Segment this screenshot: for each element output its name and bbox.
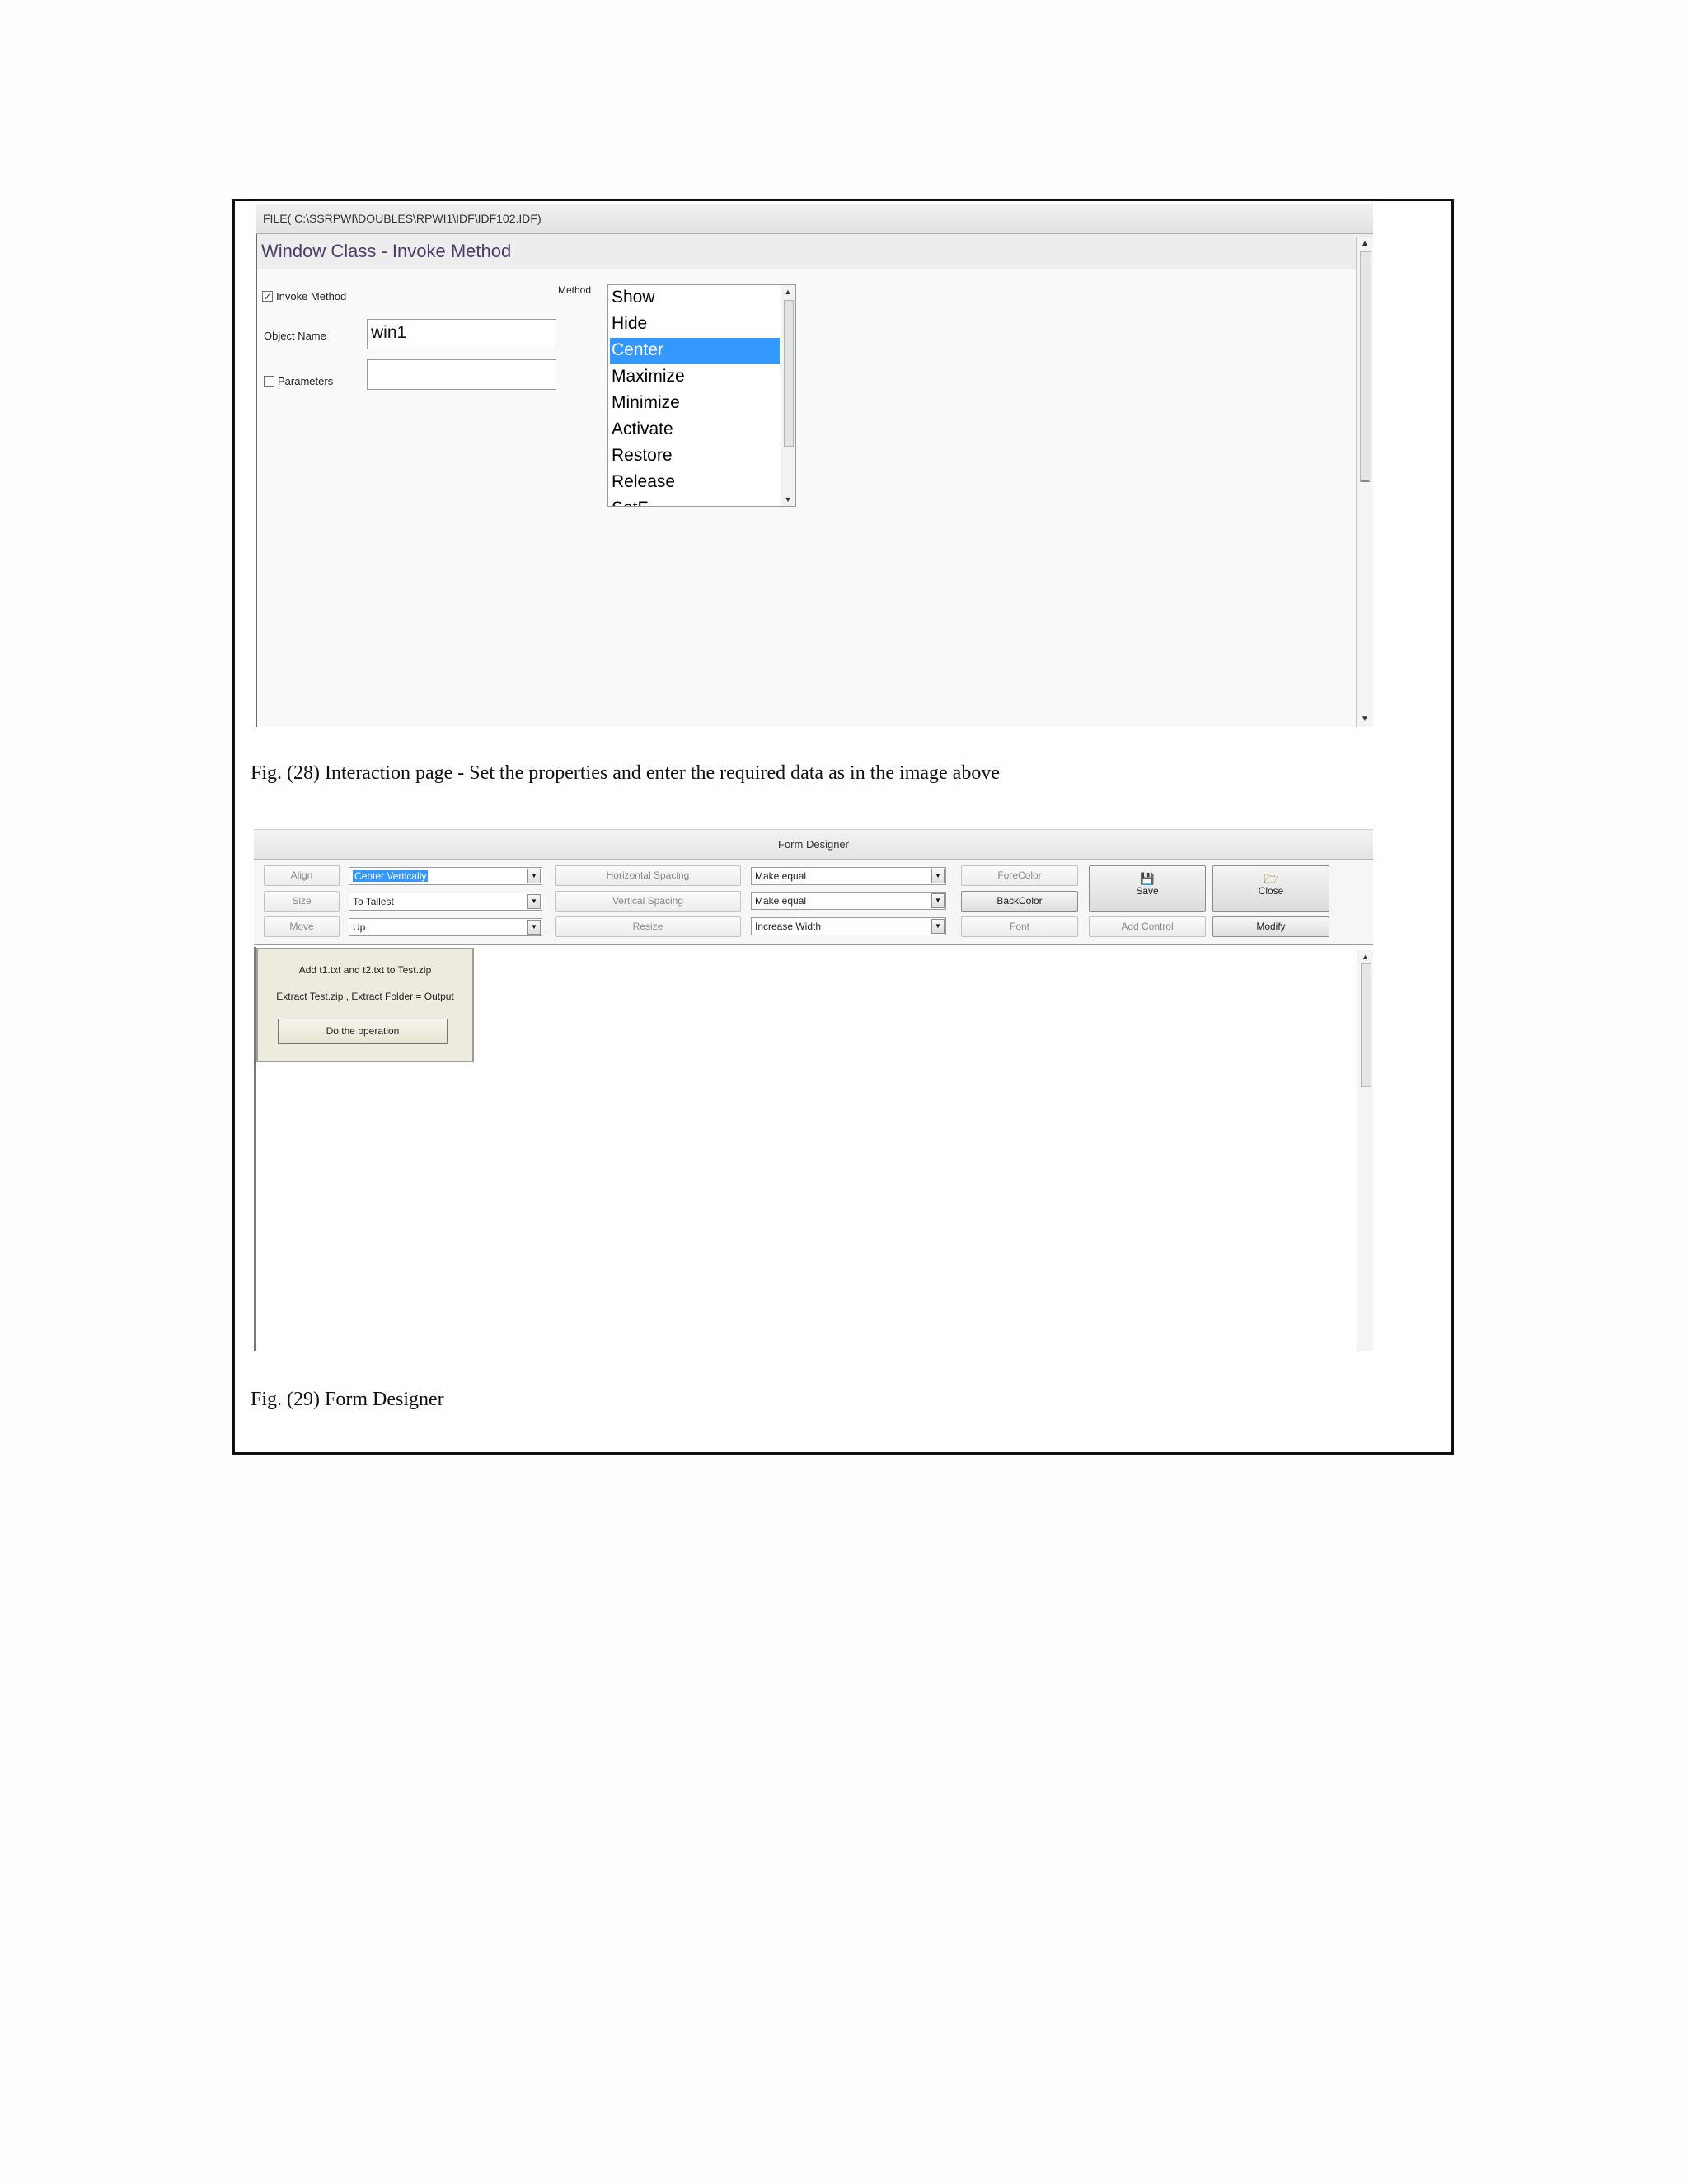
chevron-down-icon[interactable]: ▼	[528, 894, 541, 909]
designed-form-label-add[interactable]: Add t1.txt and t2.txt to Test.zip	[258, 964, 472, 976]
font-button[interactable]: Font	[961, 916, 1078, 937]
invoke-method-label: Invoke Method	[276, 290, 347, 302]
close-button[interactable]: 🗁 Close	[1212, 865, 1329, 912]
resize-combo[interactable]: Increase Width ▼	[751, 917, 946, 935]
floppy-disk-icon: 💾	[1140, 872, 1155, 885]
object-name-label: Object Name	[264, 330, 326, 342]
method-option[interactable]: Activate	[610, 417, 780, 443]
method-option[interactable]: Show	[610, 285, 780, 312]
canvas-left-border	[254, 947, 256, 1351]
method-option[interactable]: Release	[610, 470, 780, 496]
modify-button[interactable]: Modify	[1212, 916, 1329, 937]
do-operation-button[interactable]: Do the operation	[278, 1019, 448, 1044]
method-listbox[interactable]: Show Hide Center Maximize Minimize Activ…	[607, 284, 796, 507]
scrollbar-thumb[interactable]	[784, 300, 794, 447]
scroll-down-arrow-icon[interactable]: ▼	[1357, 712, 1373, 727]
method-option[interactable]: Minimize	[610, 391, 780, 417]
designed-form-label-extract[interactable]: Extract Test.zip , Extract Folder = Outp…	[258, 991, 472, 1002]
move-button[interactable]: Move	[264, 916, 340, 937]
backcolor-button[interactable]: BackColor	[961, 891, 1078, 912]
file-path-bar: FILE( C:\SSRPWI\DOUBLES\RPWI1\IDF\IDF102…	[256, 204, 1373, 234]
size-combo[interactable]: To Tallest ▼	[349, 893, 542, 911]
window-left-border	[256, 234, 257, 727]
parameters-label: Parameters	[278, 375, 334, 387]
method-option[interactable]: SetF	[610, 496, 780, 506]
method-label: Method	[558, 284, 592, 296]
move-combo-value: Up	[353, 921, 366, 933]
vertical-spacing-button[interactable]: Vertical Spacing	[555, 891, 741, 912]
designed-form[interactable]: Add t1.txt and t2.txt to Test.zip Extrac…	[256, 948, 474, 1062]
horizontal-spacing-combo-value: Make equal	[755, 870, 807, 882]
align-combo[interactable]: Center Vertically ▼	[349, 867, 542, 885]
resize-combo-value: Increase Width	[755, 921, 822, 932]
horizontal-spacing-combo[interactable]: Make equal ▼	[751, 867, 946, 885]
form-designer-window: Form Designer Align Size Move Center Ver…	[254, 829, 1373, 1351]
form-designer-title: Form Designer	[254, 829, 1373, 860]
figure-28-caption: Fig. (28) Interaction page - Set the pro…	[251, 762, 1000, 784]
scrollbar-thumb[interactable]	[1361, 963, 1372, 1087]
window-vertical-scrollbar[interactable]: ▲ ▼	[1356, 237, 1373, 727]
scroll-up-arrow-icon[interactable]: ▲	[1357, 237, 1373, 251]
forecolor-button[interactable]: ForeColor	[961, 865, 1078, 886]
figure-frame: FILE( C:\SSRPWI\DOUBLES\RPWI1\IDF\IDF102…	[232, 199, 1454, 1455]
method-option[interactable]: Restore	[610, 443, 780, 470]
method-option[interactable]: Maximize	[610, 364, 780, 391]
folder-icon: 🗁	[1264, 872, 1278, 885]
invoke-method-window: FILE( C:\SSRPWI\DOUBLES\RPWI1\IDF\IDF102…	[256, 204, 1373, 727]
align-button[interactable]: Align	[264, 865, 340, 886]
align-combo-value: Center Vertically	[353, 870, 429, 882]
horizontal-spacing-button[interactable]: Horizontal Spacing	[555, 865, 741, 886]
close-button-label: Close	[1258, 885, 1284, 897]
scroll-up-arrow-icon[interactable]: ▲	[781, 285, 795, 298]
add-control-button[interactable]: Add Control	[1089, 916, 1206, 937]
scrollbar-thumb[interactable]	[1360, 251, 1372, 482]
move-combo[interactable]: Up ▼	[349, 918, 542, 936]
method-listbox-scrollbar[interactable]: ▲ ▼	[781, 285, 795, 506]
save-button-label: Save	[1136, 885, 1159, 897]
method-option-selected[interactable]: Center	[610, 338, 780, 364]
chevron-down-icon[interactable]: ▼	[931, 893, 945, 908]
window-title: Window Class - Invoke Method	[256, 234, 1373, 269]
parameters-checkbox[interactable]	[264, 376, 274, 387]
figure-29-caption: Fig. (29) Form Designer	[251, 1389, 444, 1410]
resize-button[interactable]: Resize	[555, 916, 741, 937]
chevron-down-icon[interactable]: ▼	[931, 869, 945, 883]
form-designer-toolbar: Align Size Move Center Vertically ▼ To T…	[254, 860, 1373, 945]
save-button[interactable]: 💾 Save	[1089, 865, 1206, 912]
size-button[interactable]: Size	[264, 891, 340, 912]
vertical-spacing-combo[interactable]: Make equal ▼	[751, 892, 946, 910]
scroll-down-arrow-icon[interactable]: ▼	[781, 493, 795, 506]
object-name-input[interactable]: win1	[367, 319, 556, 349]
chevron-down-icon[interactable]: ▼	[931, 919, 945, 934]
chevron-down-icon[interactable]: ▼	[528, 869, 541, 883]
vertical-spacing-combo-value: Make equal	[755, 895, 807, 907]
parameters-input[interactable]	[367, 359, 556, 390]
method-option[interactable]: Hide	[610, 312, 780, 338]
scroll-up-arrow-icon[interactable]: ▲	[1357, 950, 1373, 963]
size-combo-value: To Tallest	[353, 896, 394, 907]
chevron-down-icon[interactable]: ▼	[528, 920, 541, 935]
canvas-vertical-scrollbar[interactable]: ▲	[1357, 950, 1373, 1351]
invoke-method-checkbox[interactable]: ✓	[262, 291, 273, 302]
scrollbar-track-mark	[1361, 480, 1369, 482]
